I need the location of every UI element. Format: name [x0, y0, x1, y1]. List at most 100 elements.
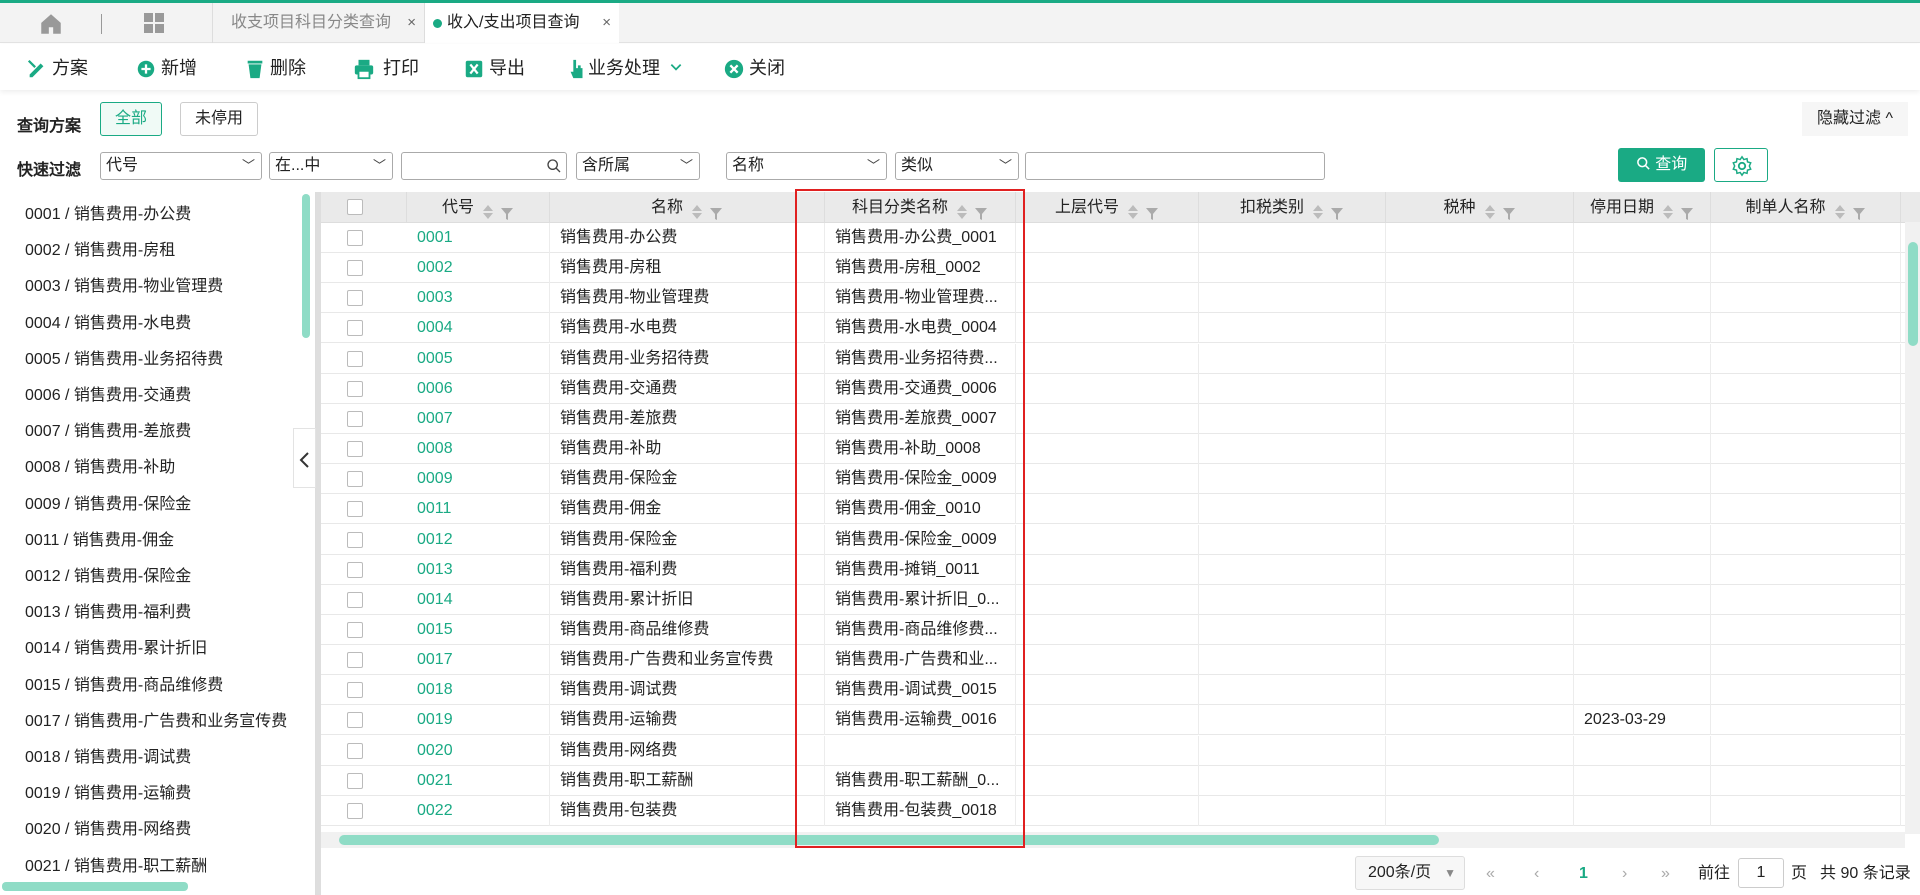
row-checkbox[interactable]	[347, 350, 363, 367]
tree-item[interactable]: 0003 / 销售费用-物业管理费	[25, 272, 223, 295]
tree-item[interactable]: 0013 / 销售费用-福利费	[25, 598, 191, 621]
tree-item[interactable]: 0020 / 销售费用-网络费	[25, 815, 191, 838]
tab-income-expense-query[interactable]: 收入/支出项目查询 ×	[424, 3, 619, 43]
column-header[interactable]: 上层代号	[1016, 192, 1199, 223]
tree-item[interactable]: 0019 / 销售费用-运输费	[25, 779, 191, 802]
table-cell[interactable]: 0014	[407, 584, 550, 615]
filter-icon[interactable]	[709, 201, 723, 220]
tree-item[interactable]: 0001 / 销售费用-办公费	[25, 200, 191, 223]
field1-select[interactable]: 代号 ﹀	[100, 152, 262, 180]
sort-icon[interactable]	[1312, 200, 1324, 219]
add-button[interactable]: 新增	[135, 56, 197, 80]
table-row[interactable]: 0018 销售费用-调试费 销售费用-调试费_0015	[321, 675, 1911, 706]
last-page-icon[interactable]: »	[1661, 852, 1670, 895]
grid-vertical-scroll-thumb[interactable]	[1908, 242, 1918, 346]
table-row[interactable]: 0008 销售费用-补助 销售费用-补助_0008	[321, 434, 1911, 465]
sort-icon[interactable]	[691, 200, 703, 219]
apps-grid-icon[interactable]	[142, 11, 166, 35]
table-row[interactable]: 0021 销售费用-职工薪酬 销售费用-职工薪酬_0...	[321, 765, 1911, 796]
tree-item[interactable]: 0007 / 销售费用-差旅费	[25, 417, 191, 440]
row-checkbox[interactable]	[347, 501, 363, 518]
table-row[interactable]: 0019 销售费用-运输费 销售费用-运输费_0016 2023-03-29	[321, 705, 1911, 736]
tree-item[interactable]: 0015 / 销售费用-商品维修费	[25, 671, 223, 694]
home-icon[interactable]	[38, 11, 64, 37]
table-cell[interactable]: 0006	[407, 373, 550, 404]
filter-icon[interactable]	[1330, 201, 1344, 220]
table-cell[interactable]: 0022	[407, 795, 550, 826]
prev-page-icon[interactable]: ‹	[1534, 852, 1539, 895]
page-size-select[interactable]: 200条/页 ▼	[1355, 856, 1465, 890]
table-cell[interactable]: 0018	[407, 675, 550, 706]
table-cell[interactable]: 0020	[407, 735, 550, 766]
sort-icon[interactable]	[482, 200, 494, 219]
table-cell[interactable]: 0021	[407, 765, 550, 796]
next-page-icon[interactable]: ›	[1622, 852, 1627, 895]
grid-horizontal-scroll-thumb[interactable]	[339, 835, 1439, 845]
tree-vertical-scrollbar[interactable]	[302, 194, 310, 338]
tree-item[interactable]: 0021 / 销售费用-职工薪酬	[25, 852, 207, 875]
header-select-all[interactable]	[321, 192, 407, 223]
operator2-select[interactable]: 类似 ﹀	[895, 152, 1019, 180]
row-checkbox[interactable]	[347, 712, 363, 729]
row-checkbox[interactable]	[347, 742, 363, 759]
table-row[interactable]: 0020 销售费用-网络费	[321, 735, 1911, 766]
table-cell[interactable]: 0007	[407, 403, 550, 434]
hide-filter-button[interactable]: 隐藏过滤 ^	[1802, 102, 1908, 136]
select-all-checkbox[interactable]	[347, 199, 363, 215]
table-row[interactable]: 0011 销售费用-佣金 销售费用-佣金_0010	[321, 494, 1911, 525]
delete-button[interactable]: 删除	[244, 56, 306, 80]
include-select[interactable]: 含所属 ﹀	[576, 152, 700, 180]
table-cell[interactable]: 0005	[407, 343, 550, 374]
sort-icon[interactable]	[1484, 200, 1496, 219]
tab-category-query[interactable]: 收支项目科目分类查询 ×	[212, 3, 424, 43]
tree-item[interactable]: 0012 / 销售费用-保险金	[25, 562, 191, 585]
table-cell[interactable]: 0003	[407, 283, 550, 314]
collapse-panel-button[interactable]	[293, 428, 316, 488]
row-checkbox[interactable]	[347, 561, 363, 578]
goto-page-input[interactable]: 1	[1738, 858, 1784, 888]
close-icon[interactable]: ×	[602, 3, 611, 43]
column-header[interactable]: 名称	[550, 192, 825, 223]
column-header[interactable]: 制单人名称	[1711, 192, 1901, 223]
export-button[interactable]: 导出	[463, 56, 525, 80]
filter-icon[interactable]	[1145, 201, 1159, 220]
close-button[interactable]: 关闭	[723, 56, 785, 80]
filter-icon[interactable]	[974, 201, 988, 220]
table-row[interactable]: 0014 销售费用-累计折旧 销售费用-累计折旧_0...	[321, 584, 1911, 615]
close-icon[interactable]: ×	[407, 3, 416, 43]
tree-item[interactable]: 0009 / 销售费用-保险金	[25, 490, 191, 513]
operator1-select[interactable]: 在...中 ﹀	[269, 152, 393, 180]
row-checkbox[interactable]	[347, 621, 363, 638]
column-header[interactable]: 扣税类别	[1199, 192, 1386, 223]
tree-item[interactable]: 0004 / 销售费用-水电费	[25, 309, 191, 332]
row-checkbox[interactable]	[347, 260, 363, 277]
table-cell[interactable]: 0013	[407, 554, 550, 585]
value2-input[interactable]	[1025, 152, 1325, 180]
column-header[interactable]: 科目分类名称	[825, 192, 1016, 223]
settings-button[interactable]	[1714, 148, 1768, 182]
query-button[interactable]: 查询	[1618, 148, 1705, 182]
row-checkbox[interactable]	[347, 441, 363, 458]
table-cell[interactable]: 0001	[407, 223, 550, 253]
tree-horizontal-scrollbar[interactable]	[2, 882, 188, 891]
table-row[interactable]: 0003 销售费用-物业管理费 销售费用-物业管理费...	[321, 283, 1911, 314]
plan-enabled-button[interactable]: 未停用	[180, 102, 259, 136]
value1-input[interactable]	[401, 152, 567, 180]
table-cell[interactable]: 0011	[407, 494, 550, 525]
table-cell[interactable]: 0015	[407, 614, 550, 645]
plan-button[interactable]: 方案	[26, 56, 88, 80]
sort-icon[interactable]	[1662, 200, 1674, 219]
column-header[interactable]: 停用日期	[1574, 192, 1711, 223]
table-row[interactable]: 0022 销售费用-包装费 销售费用-包装费_0018	[321, 795, 1911, 826]
business-menu-button[interactable]: 业务处理	[566, 56, 682, 80]
table-row[interactable]: 0002 销售费用-房租 销售费用-房租_0002	[321, 253, 1911, 284]
tree-item[interactable]: 0017 / 销售费用-广告费和业务宣传费	[25, 707, 287, 730]
column-header[interactable]: 税种	[1386, 192, 1574, 223]
field2-select[interactable]: 名称 ﹀	[726, 152, 887, 180]
current-page[interactable]: 1	[1579, 852, 1588, 895]
tree-item[interactable]: 0002 / 销售费用-房租	[25, 236, 175, 259]
filter-icon[interactable]	[1680, 201, 1694, 220]
row-checkbox[interactable]	[347, 802, 363, 819]
table-row[interactable]: 0006 销售费用-交通费 销售费用-交通费_0006	[321, 373, 1911, 404]
filter-icon[interactable]	[500, 201, 514, 220]
